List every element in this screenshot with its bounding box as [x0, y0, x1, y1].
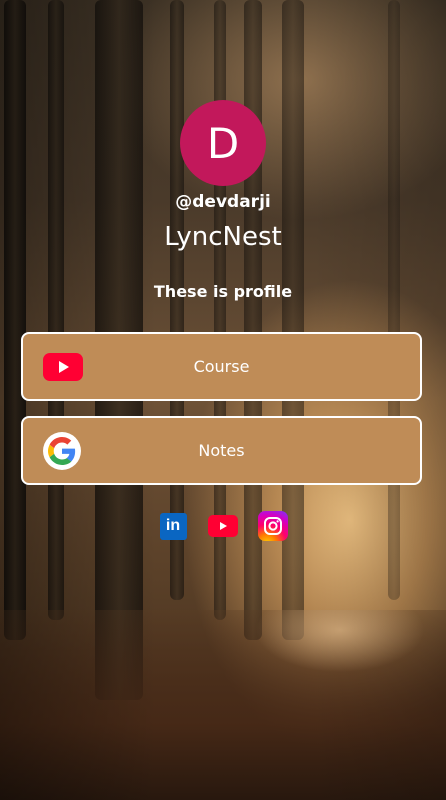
instagram-icon	[258, 511, 288, 541]
youtube-icon	[208, 515, 238, 537]
instagram-link[interactable]	[258, 511, 288, 541]
profile-page: D @devdarji LyncNest These is profile Co…	[0, 0, 446, 800]
youtube-icon	[43, 352, 83, 381]
profile-bio: These is profile	[153, 282, 293, 301]
course-link-label: Course	[193, 357, 250, 376]
username: @devdarji	[175, 192, 271, 212]
notes-link-label: Notes	[198, 441, 245, 460]
avatar-letter: D	[206, 118, 240, 168]
course-link-button[interactable]: Course	[21, 332, 422, 401]
linkedin-icon: in	[159, 512, 187, 540]
google-icon	[43, 431, 81, 470]
avatar: D	[180, 100, 266, 186]
linkedin-link[interactable]: in	[158, 511, 188, 541]
youtube-link[interactable]	[208, 511, 238, 541]
page-title: LyncNest	[164, 222, 282, 252]
social-links: in	[0, 511, 446, 541]
notes-link-button[interactable]: Notes	[21, 416, 422, 485]
